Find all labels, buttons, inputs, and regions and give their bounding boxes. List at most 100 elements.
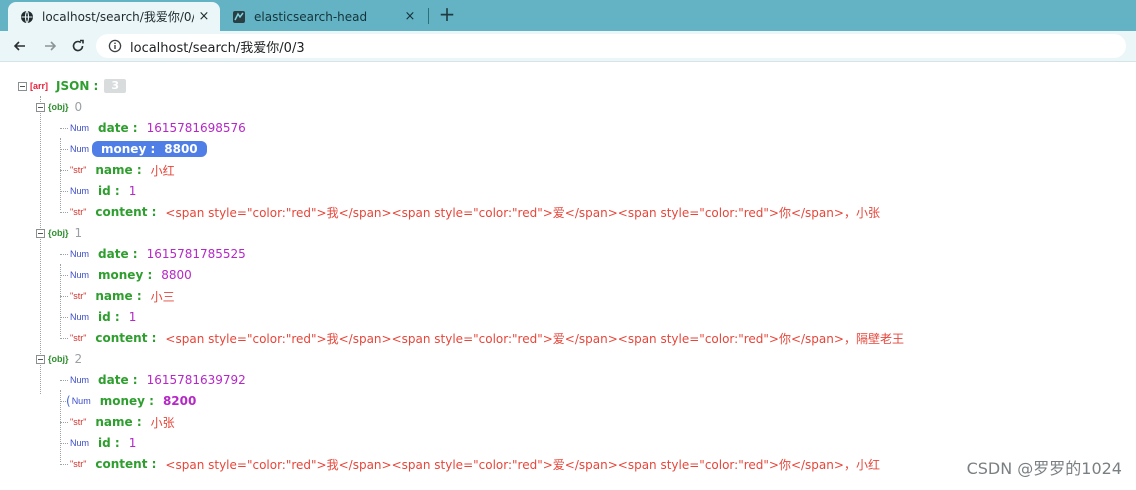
type-tag-object: {obj}	[48, 354, 69, 364]
field-key: id :	[98, 184, 120, 198]
field-value: 1615781698576	[146, 121, 246, 135]
tree-branch	[60, 422, 68, 423]
watermark: CSDN @罗罗的1024	[966, 459, 1122, 478]
highlighted-field[interactable]: money : 8800	[92, 141, 207, 157]
tab-close-button[interactable]: ×	[400, 9, 420, 24]
json-field-row: "str" content : <span style="color:"red"…	[70, 454, 880, 474]
type-tag-string: "str"	[70, 459, 87, 469]
reload-button[interactable]	[68, 36, 88, 56]
tree-branch	[60, 317, 68, 318]
field-key: date :	[98, 121, 138, 135]
back-button[interactable]	[10, 36, 30, 56]
type-tag-number: Num	[70, 123, 90, 133]
tab-separator	[428, 8, 429, 24]
json-field-row: Num id : 1	[70, 181, 136, 201]
tree-branch	[60, 443, 68, 444]
tree-branch	[60, 128, 68, 129]
type-tag-string: "str"	[70, 333, 87, 343]
field-key: id :	[98, 436, 120, 450]
field-value: 1615781639792	[146, 373, 246, 387]
json-object-row: {obj} 2	[36, 349, 82, 369]
tab-strip: localhost/search/我爱你/0/3 × elasticsearch…	[0, 0, 1136, 31]
json-field-row: "str" name : 小红	[70, 160, 175, 180]
reload-icon	[72, 39, 84, 52]
type-tag-string: "str"	[70, 165, 87, 175]
json-object-row: {obj} 1	[36, 223, 82, 243]
field-key: date :	[98, 373, 138, 387]
field-key: date :	[98, 247, 138, 261]
field-key: name :	[95, 415, 142, 429]
tree-branch	[60, 296, 68, 297]
tab-localhost-search[interactable]: localhost/search/我爱你/0/3 ×	[8, 2, 220, 31]
field-key: name :	[95, 289, 142, 303]
arrow-right-icon	[45, 41, 57, 51]
type-tag-object: {obj}	[48, 102, 69, 112]
type-tag-number: Num	[70, 144, 90, 154]
field-key: money :	[101, 142, 156, 156]
field-key: name :	[95, 163, 142, 177]
type-tag-number: Num	[70, 375, 90, 385]
json-field-row: Num date : 1615781698576	[70, 118, 246, 138]
collapse-toggle-icon[interactable]	[36, 228, 45, 238]
json-field-row: ( Num money : 8200	[66, 391, 196, 411]
type-tag-number: Num	[70, 186, 90, 196]
type-tag-string: "str"	[70, 291, 87, 301]
tab-title: elasticsearch-head	[254, 9, 368, 24]
field-value: 1	[128, 184, 137, 198]
json-field-row: Num money : 8800	[70, 139, 207, 159]
json-field-row: "str" content : <span style="color:"red"…	[70, 202, 880, 222]
json-field-row: Num money : 8800	[70, 265, 192, 285]
arrow-left-icon	[13, 41, 25, 51]
json-object-row: {obj} 0	[36, 97, 82, 117]
field-value: 小张	[150, 415, 175, 430]
field-key: content :	[95, 331, 157, 345]
json-root-row: [arr] JSON : 3	[18, 76, 126, 96]
field-value: 1	[128, 310, 137, 324]
selection-bracket: (	[66, 394, 71, 408]
field-value: 小红	[150, 163, 175, 178]
field-key: content :	[95, 205, 157, 219]
field-value: <span style="color:"red">我</span><span s…	[165, 457, 880, 472]
field-value: 8800	[164, 142, 198, 156]
tab-elasticsearch-head[interactable]: elasticsearch-head ×	[224, 2, 426, 31]
info-icon[interactable]	[108, 39, 122, 53]
object-index: 0	[74, 100, 83, 114]
bird-icon	[233, 10, 245, 23]
type-tag-number: Num	[70, 438, 90, 448]
json-field-row: Num date : 1615781639792	[70, 370, 246, 390]
type-tag-number: Num	[70, 249, 90, 259]
json-field-row: "str" name : 小张	[70, 412, 175, 432]
globe-icon	[21, 10, 33, 23]
type-tag-string: "str"	[70, 207, 87, 217]
type-tag-number: Num	[70, 270, 90, 280]
tree-branch	[60, 275, 68, 276]
tree-branch	[60, 464, 68, 465]
field-value: 1615781785525	[146, 247, 246, 261]
object-index: 2	[74, 352, 83, 366]
json-field-row: Num date : 1615781785525	[70, 244, 246, 264]
collapse-toggle-icon[interactable]	[36, 354, 45, 364]
collapse-toggle-icon[interactable]	[36, 102, 45, 112]
field-value: <span style="color:"red">我</span><span s…	[165, 205, 880, 220]
type-tag-number: Num	[70, 312, 90, 322]
object-index: 1	[74, 226, 83, 240]
address-bar[interactable]: localhost/search/我爱你/0/3	[96, 34, 1126, 58]
forward-button[interactable]	[40, 36, 60, 56]
tree-branch	[60, 170, 68, 171]
field-value: <span style="color:"red">我</span><span s…	[165, 331, 904, 346]
collapse-toggle-icon[interactable]	[18, 81, 27, 91]
type-tag-string: "str"	[70, 417, 87, 427]
count-badge: 3	[104, 79, 126, 93]
tree-branch	[60, 212, 68, 213]
field-value: 8800	[161, 268, 192, 282]
json-field-row: "str" content : <span style="color:"red"…	[70, 328, 904, 348]
field-key: content :	[95, 457, 157, 471]
field-value: 小三	[150, 289, 175, 304]
new-tab-button[interactable]: +	[436, 3, 458, 27]
json-viewer: [arr] JSON : 3 {obj} 0 Num date : 161578…	[0, 62, 1136, 490]
tab-close-button[interactable]: ×	[194, 9, 214, 24]
tree-branch	[60, 380, 68, 381]
json-field-row: Num id : 1	[70, 307, 136, 327]
browser-toolbar: localhost/search/我爱你/0/3	[0, 31, 1136, 61]
tree-branch	[60, 338, 68, 339]
